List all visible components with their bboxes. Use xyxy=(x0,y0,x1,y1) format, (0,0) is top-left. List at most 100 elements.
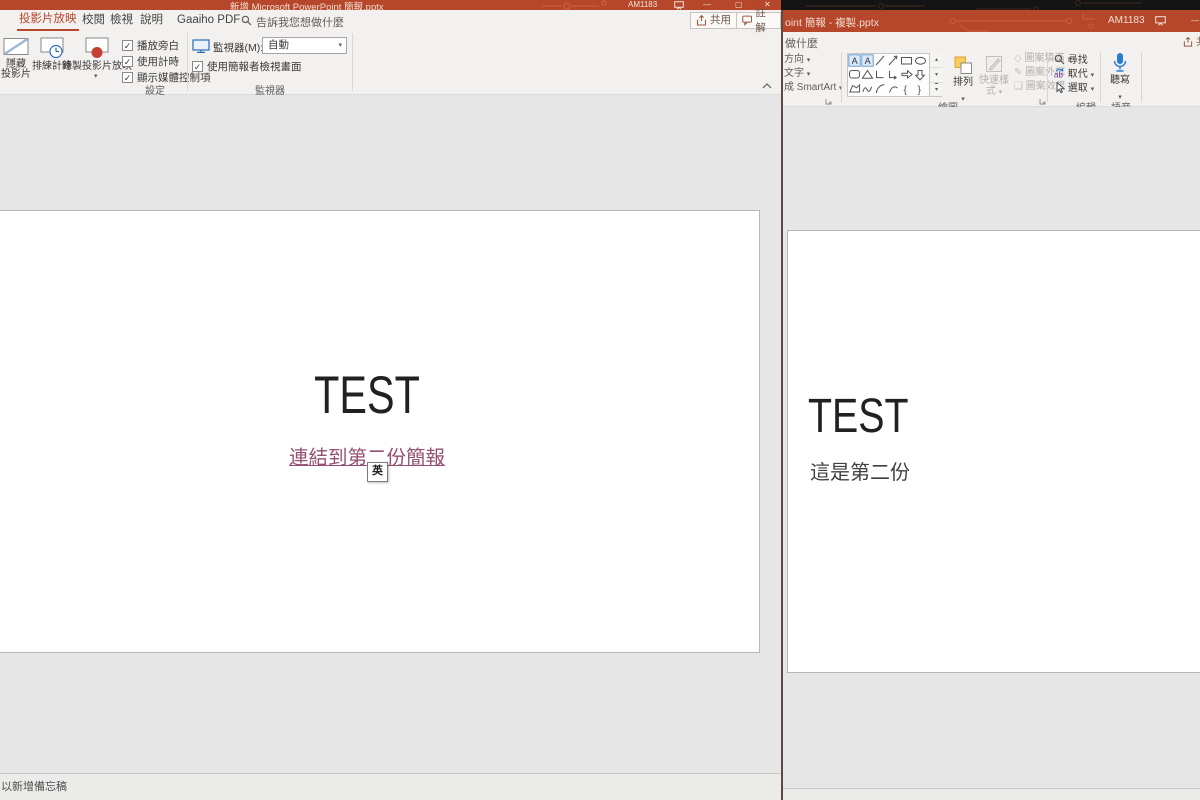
find-button[interactable]: 尋找 xyxy=(1054,54,1088,67)
comments-button[interactable]: 註解 xyxy=(736,12,781,29)
group-separator xyxy=(187,33,188,91)
select-button[interactable]: 選取 ▾ xyxy=(1054,82,1094,95)
share-button[interactable]: 共用 xyxy=(690,12,737,29)
tab-slideshow[interactable]: 投影片放映 xyxy=(17,10,79,31)
tellme-box-partial[interactable]: 做什麼 xyxy=(785,35,818,51)
right-titlebar: oint 簡報 - 複製.pptx AM1183 — xyxy=(783,10,1200,32)
right-notes-pane[interactable] xyxy=(783,788,1200,800)
left-notes-pane[interactable]: 以新增備忘稿 xyxy=(0,773,781,800)
quick-styles-button[interactable]: 快速樣 式 ▾ xyxy=(978,53,1010,103)
right-powerpoint-window: oint 簡報 - 複製.pptx AM1183 — 做什麼 xyxy=(781,10,1200,800)
convert-smartart-button-partial[interactable]: 成 SmartArt ▾ xyxy=(784,82,843,94)
slide-subtitle-text[interactable]: 這是第二份 xyxy=(810,456,910,485)
align-text-button-partial[interactable]: 文字 ▾ xyxy=(784,68,810,80)
left-window-title: 新增 Microsoft PowerPoint 簡報.pptx xyxy=(230,0,384,10)
ribbon-display-options-icon[interactable] xyxy=(1155,16,1166,26)
right-slide-canvas: TEST 這是第二份 xyxy=(783,107,1200,788)
dialog-launcher-icon[interactable] xyxy=(825,98,832,105)
left-ribbon-tab-strip: 畫 投影片放映 校閱 檢視 說明 Gaaiho PDF 告訴我您想做什麼 共用 xyxy=(0,10,781,31)
collapse-ribbon-chevron[interactable] xyxy=(762,83,772,89)
record-dropdown-caret: ▾ xyxy=(94,74,98,80)
tellme-box[interactable]: 告訴我您想做什麼 xyxy=(256,14,344,30)
tab-review[interactable]: 校閱 xyxy=(80,10,107,31)
shape-outline-icon: ✎ xyxy=(1014,67,1022,78)
dropdown-caret: ▾ xyxy=(1091,73,1095,79)
svg-text:ab: ab xyxy=(1054,71,1063,80)
group-separator xyxy=(1047,52,1048,102)
slide-title-text[interactable]: TEST xyxy=(808,393,909,441)
dialog-launcher-icon[interactable] xyxy=(1039,98,1046,105)
checkbox-checked: ✓ xyxy=(122,40,133,51)
tellme-search-icon xyxy=(241,15,252,26)
dictate-button[interactable]: 聽寫 ▾ xyxy=(1105,52,1135,102)
shape-icons[interactable]: A A xyxy=(848,54,928,95)
quick-styles-icon xyxy=(985,55,1003,73)
gallery-expand-button[interactable]: ▾ xyxy=(930,82,943,96)
find-icon xyxy=(1054,54,1065,65)
left-slide-canvas: TEST 連結到第二份簡報 英 xyxy=(0,95,781,773)
ribbon-display-options-icon[interactable] xyxy=(674,1,684,10)
left-ribbon: 隱藏 投影片 排練計時 錄製投影片放映 ▾ ✓播放旁白 xyxy=(0,31,781,95)
arrange-icon xyxy=(953,55,973,75)
monitor-icon xyxy=(192,39,210,53)
rehearse-timings-icon xyxy=(40,36,64,59)
dropdown-caret: ▾ xyxy=(999,90,1003,96)
ime-language-badge: 英 xyxy=(367,462,388,482)
arrange-button[interactable]: 排列 ▾ xyxy=(949,53,977,103)
share-icon xyxy=(696,15,707,26)
replace-icon: ab xyxy=(1054,68,1065,79)
group-separator xyxy=(841,52,842,102)
record-slideshow-icon xyxy=(85,36,109,59)
notes-placeholder-text: 以新增備忘稿 xyxy=(1,778,67,794)
combobox-caret: ▾ xyxy=(338,43,342,49)
dictate-microphone-icon xyxy=(1112,52,1128,74)
left-titlebar: 新增 Microsoft PowerPoint 簡報.pptx AM1183 —… xyxy=(0,0,781,10)
right-window-title: oint 簡報 - 複製.pptx xyxy=(785,15,879,30)
dropdown-caret: ▾ xyxy=(807,58,811,64)
titlebar-circuit-decoration xyxy=(923,10,1098,32)
monitor-dropdown-label: 監視器(M): xyxy=(213,40,263,55)
account-name[interactable]: AM1183 xyxy=(1108,15,1145,26)
titlebar-circuit-decoration xyxy=(540,0,620,10)
text-direction-button-partial[interactable]: 方向 ▾ xyxy=(784,54,810,66)
right-ribbon-tab-strip: 做什麼 共 xyxy=(783,32,1200,50)
left-powerpoint-window: 新增 Microsoft PowerPoint 簡報.pptx AM1183 —… xyxy=(0,0,781,800)
gallery-scroll-up-button[interactable]: ▴ xyxy=(930,53,943,67)
dropdown-caret: ▾ xyxy=(1091,87,1095,93)
select-cursor-icon xyxy=(1054,82,1065,93)
group-separator xyxy=(1141,52,1142,102)
tab-view[interactable]: 檢視 xyxy=(108,10,135,31)
record-slideshow-button[interactable]: 錄製投影片放映 ▾ xyxy=(73,34,121,92)
gallery-scroll-down-button[interactable]: ▾ xyxy=(930,67,943,82)
right-ribbon: 方向 ▾ 文字 ▾ 成 SmartArt ▾ A A xyxy=(783,50,1200,107)
monitor-combobox[interactable]: 自動 ▾ xyxy=(262,37,347,54)
dropdown-caret: ▾ xyxy=(807,72,811,78)
replace-button[interactable]: ab 取代 ▾ xyxy=(1054,68,1094,81)
svg-text:}: } xyxy=(918,84,922,95)
share-icon xyxy=(1183,37,1193,47)
tab-help[interactable]: 說明 xyxy=(138,10,165,31)
checkbox-checked: ✓ xyxy=(192,61,203,72)
right-slide[interactable]: TEST 這是第二份 xyxy=(787,230,1200,673)
minimize-button[interactable]: — xyxy=(1191,16,1199,26)
presenter-view-checkbox[interactable]: ✓使用簡報者檢視畫面 xyxy=(192,58,302,76)
slide-title-text[interactable]: TEST xyxy=(273,369,460,422)
shape-fill-icon: ◇ xyxy=(1014,53,1022,64)
account-name[interactable]: AM1183 xyxy=(628,0,657,10)
comment-icon xyxy=(742,15,752,26)
shapes-gallery[interactable]: A A xyxy=(847,53,942,97)
hide-slide-icon xyxy=(3,36,29,58)
share-button-partial[interactable]: 共 xyxy=(1183,34,1200,49)
svg-text:A: A xyxy=(852,56,858,66)
checkbox-checked: ✓ xyxy=(122,72,133,83)
svg-text:{: { xyxy=(904,84,908,95)
checkbox-checked: ✓ xyxy=(122,56,133,67)
left-slide[interactable]: TEST 連結到第二份簡報 xyxy=(0,210,760,653)
hide-slide-button[interactable]: 隱藏 投影片 xyxy=(1,34,31,89)
gallery-scrollbar: ▴ ▾ ▾ xyxy=(929,53,943,96)
group-separator xyxy=(1100,52,1101,102)
tab-gaaiho-pdf[interactable]: Gaaiho PDF xyxy=(175,10,242,31)
svg-text:A: A xyxy=(865,56,871,66)
maximize-button[interactable]: ▢ xyxy=(735,0,743,10)
minimize-button[interactable]: — xyxy=(703,0,711,10)
